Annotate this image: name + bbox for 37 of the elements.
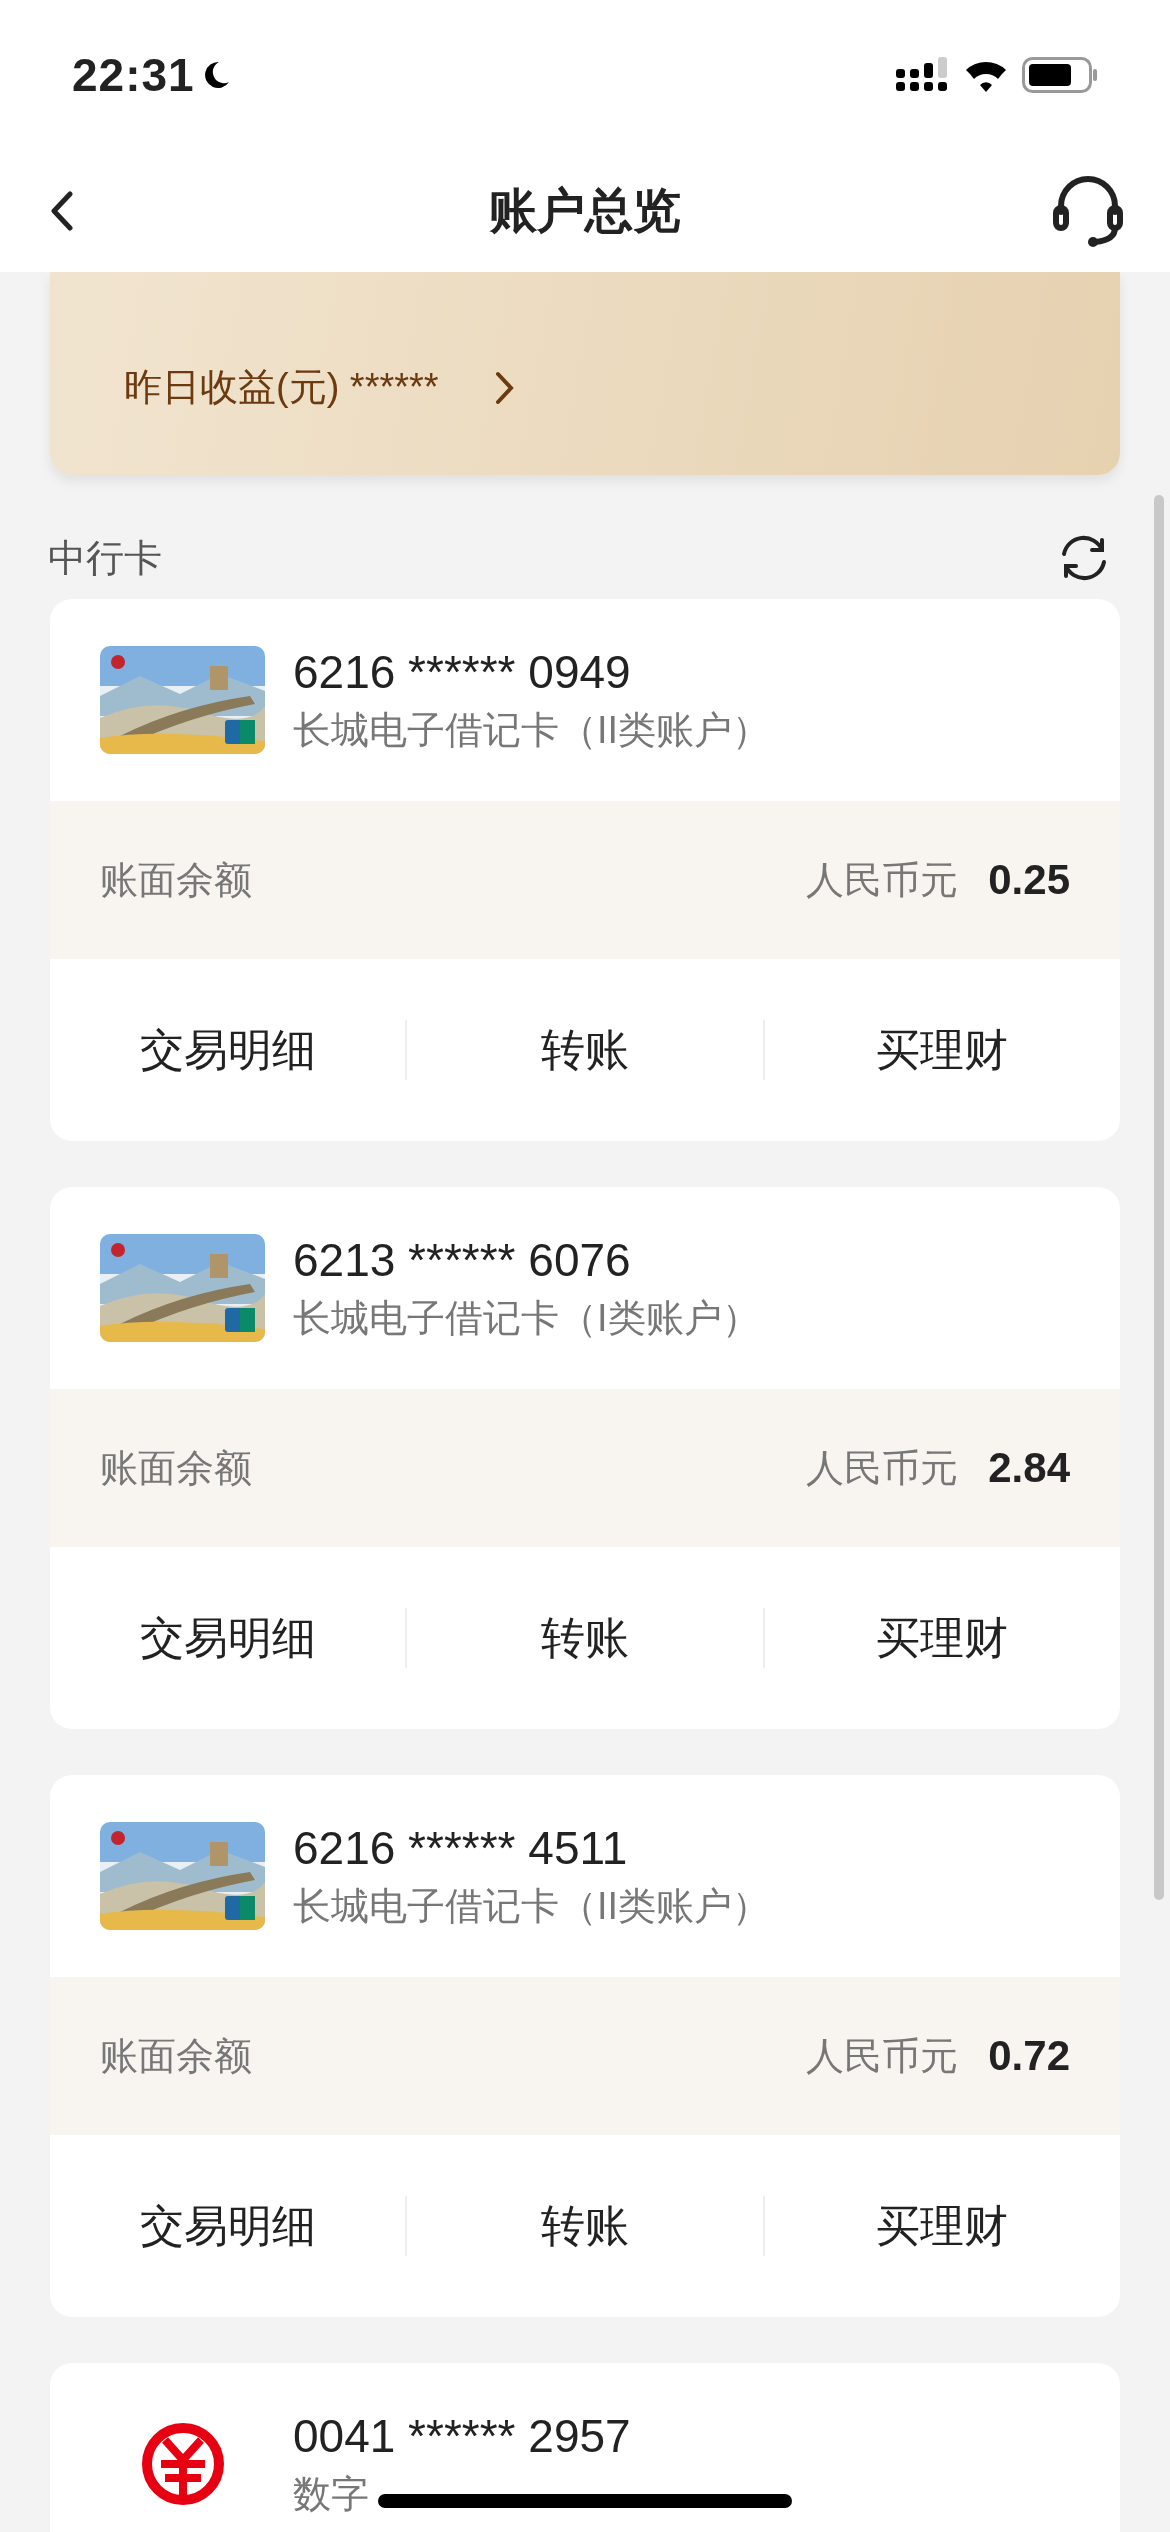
card-number: 6216 ****** 0949 xyxy=(293,644,631,699)
balance-label: 账面余额 xyxy=(100,1445,252,1491)
back-icon[interactable] xyxy=(50,191,74,231)
balance-label: 账面余额 xyxy=(100,2033,252,2079)
card-number: 6213 ****** 6076 xyxy=(293,1232,631,1287)
balance-amount: 0.25 xyxy=(988,856,1070,904)
card-number: 0041 ****** 2957 xyxy=(293,2408,631,2463)
currency-label: 人民币元 xyxy=(806,1445,959,1491)
balance-amount: 0.72 xyxy=(988,2032,1070,2080)
page-title: 账户总览 xyxy=(489,183,681,239)
section-title: 中行卡 xyxy=(48,535,162,581)
balance-amount: 2.84 xyxy=(988,1444,1070,1492)
action-button[interactable]: 交易明细 xyxy=(50,1598,406,1678)
account-type: 长城电子借记卡（II类账户） xyxy=(293,707,771,753)
currency-label: 人民币元 xyxy=(806,2033,959,2079)
chevron-icon xyxy=(494,370,515,405)
battery-icon xyxy=(1022,57,1098,93)
balance-label: 账面余额 xyxy=(100,857,252,903)
action-button[interactable]: 买理财 xyxy=(764,2186,1120,2266)
account-type: 长城电子借记卡（II类账户） xyxy=(293,1883,771,1929)
action-button[interactable]: 转账 xyxy=(407,1598,763,1678)
status-time: 22:31 xyxy=(72,48,195,102)
action-button[interactable]: 买理财 xyxy=(764,1010,1120,1090)
action-button[interactable]: 交易明细 xyxy=(50,1010,406,1090)
action-button[interactable]: 买理财 xyxy=(764,1598,1120,1678)
headset-icon[interactable] xyxy=(1051,174,1125,248)
yuan-coin-icon xyxy=(140,2422,225,2506)
earnings-card[interactable]: 昨日收益(元) ****** xyxy=(50,272,1120,475)
currency-label: 人民币元 xyxy=(806,857,959,903)
signal-icon xyxy=(896,57,950,93)
action-button[interactable]: 交易明细 xyxy=(50,2186,406,2266)
card-number: 6216 ****** 4511 xyxy=(293,1820,628,1875)
account-type: 长城电子借记卡（I类账户） xyxy=(293,1295,760,1341)
action-button[interactable]: 转账 xyxy=(407,1010,763,1090)
action-button[interactable]: 转账 xyxy=(407,2186,763,2266)
earnings-label: 昨日收益(元) ****** xyxy=(124,365,439,410)
account-type: 数字 xyxy=(293,2471,369,2517)
